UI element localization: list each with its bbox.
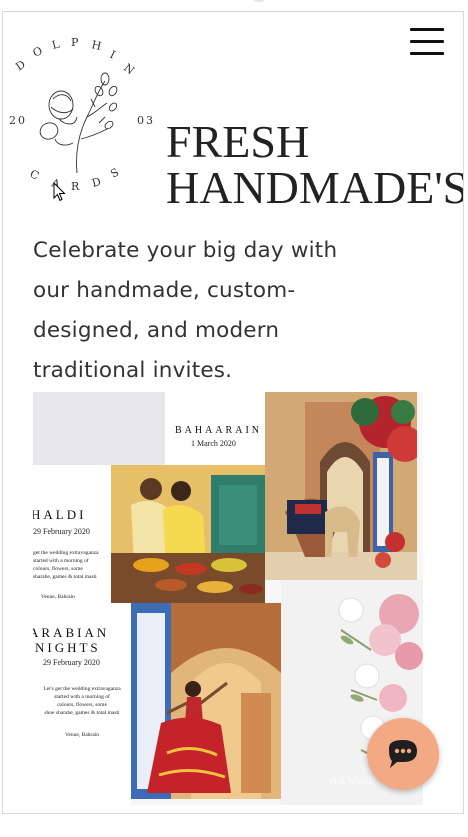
scroll-indicator (250, 0, 268, 2)
arabian-body-line: colours, flowers, some (57, 702, 107, 708)
hero-title-line2: HANDMADE'S (166, 162, 464, 213)
menu-bar (410, 28, 444, 31)
haldi-invite-card: HALDI 29 February 2020 get the wedding e… (33, 465, 111, 603)
haldi-title: HALDI (33, 507, 87, 522)
hamburger-menu-button[interactable] (410, 28, 444, 60)
logo-letter: C (28, 167, 43, 183)
haldi-venue: Venue, Bahrain (41, 594, 75, 600)
hero-title: FRESH HANDMADE'S (166, 116, 464, 213)
hero-subtitle: Celebrate your big day with our handmade… (33, 231, 373, 391)
haldi-painting (111, 465, 265, 603)
bahaarain-invite-card: BAHAARAIN 1 March 2020 (165, 392, 265, 465)
haldi-body-line: get the wedding extravaganza (33, 550, 99, 556)
haldi-body-line: colours, flowers, some (33, 566, 83, 572)
haldi-body-line: sharabe, games & total masti (33, 574, 97, 580)
dolphin-cards-logo[interactable]: D O L P H I N 20 03 C A R D S (9, 33, 159, 208)
logo-letter: P (71, 36, 80, 49)
logo-letter: D (91, 175, 105, 190)
logo-letter: O (31, 43, 46, 59)
menu-bar (410, 52, 444, 55)
logo-letter: L (51, 37, 63, 52)
page-frame: D O L P H I N 20 03 C A R D S FRESH HAND… (2, 11, 464, 814)
chat-bubble-icon (389, 740, 417, 768)
haldi-painting-graphic (111, 465, 265, 603)
arabian-date: 29 February 2020 (43, 658, 100, 667)
flower-illustration-icon (39, 72, 118, 174)
arabian-nights-invite-card: ARABIAN NIGHTS 29 February 2020 Let's ge… (33, 603, 131, 805)
logo-year-right: 03 (137, 114, 155, 127)
arabian-body: Let's get the wedding extravaganza start… (33, 685, 131, 717)
hero-subtitle-line: our handmade, custom- (33, 278, 296, 303)
haldi-date: 29 February 2020 (33, 527, 90, 536)
haldi-body-line: started with a morning of (33, 558, 89, 564)
menu-bar (410, 40, 444, 43)
arabian-body-line: started with a morning of (54, 694, 110, 700)
bahaarain-title: BAHAARAIN (175, 425, 262, 436)
haldi-body: get the wedding extravaganza started wit… (33, 549, 105, 581)
bahaarain-date: 1 March 2020 (191, 439, 236, 448)
logo-letter: D (13, 57, 29, 74)
logo-letter: I (108, 48, 119, 62)
arabian-body-line: Let's get the wedding extravaganza (43, 686, 121, 692)
logo-year-left: 20 (9, 114, 27, 127)
hero-subtitle-line: Celebrate your big day with (33, 238, 338, 263)
hero-subtitle-line: traditional invites. (33, 358, 233, 383)
dancer-painting-graphic (131, 603, 281, 799)
arabian-title-line1: ARABIAN (33, 625, 110, 640)
hero-subtitle-line: designed, and modern (33, 318, 280, 343)
moroccan-gate-painting (265, 392, 423, 580)
gate-painting-graphic (265, 392, 423, 580)
hero-title-line1: FRESH (166, 116, 310, 167)
logo-letter: R (71, 180, 81, 193)
invitation-collage-image: BAHAARAIN 1 March 2020 HALDI 29 February… (33, 392, 423, 805)
logo-graphic: D O L P H I N 20 03 C A R D S (9, 36, 155, 193)
arabian-body-line: shoe sharabe, games & total masti (44, 710, 120, 716)
logo-letter: N (121, 61, 138, 78)
logo-letter: H (90, 38, 104, 53)
arabian-title-line2: NIGHTS (35, 640, 101, 655)
collage-gray-tile (33, 392, 165, 465)
chat-button[interactable] (367, 718, 439, 790)
logo-letter: S (108, 165, 123, 181)
arabian-venue: Venue, Bahrain (65, 732, 99, 738)
arabian-dancer-painting (131, 603, 281, 799)
mouse-cursor-icon (53, 182, 66, 202)
